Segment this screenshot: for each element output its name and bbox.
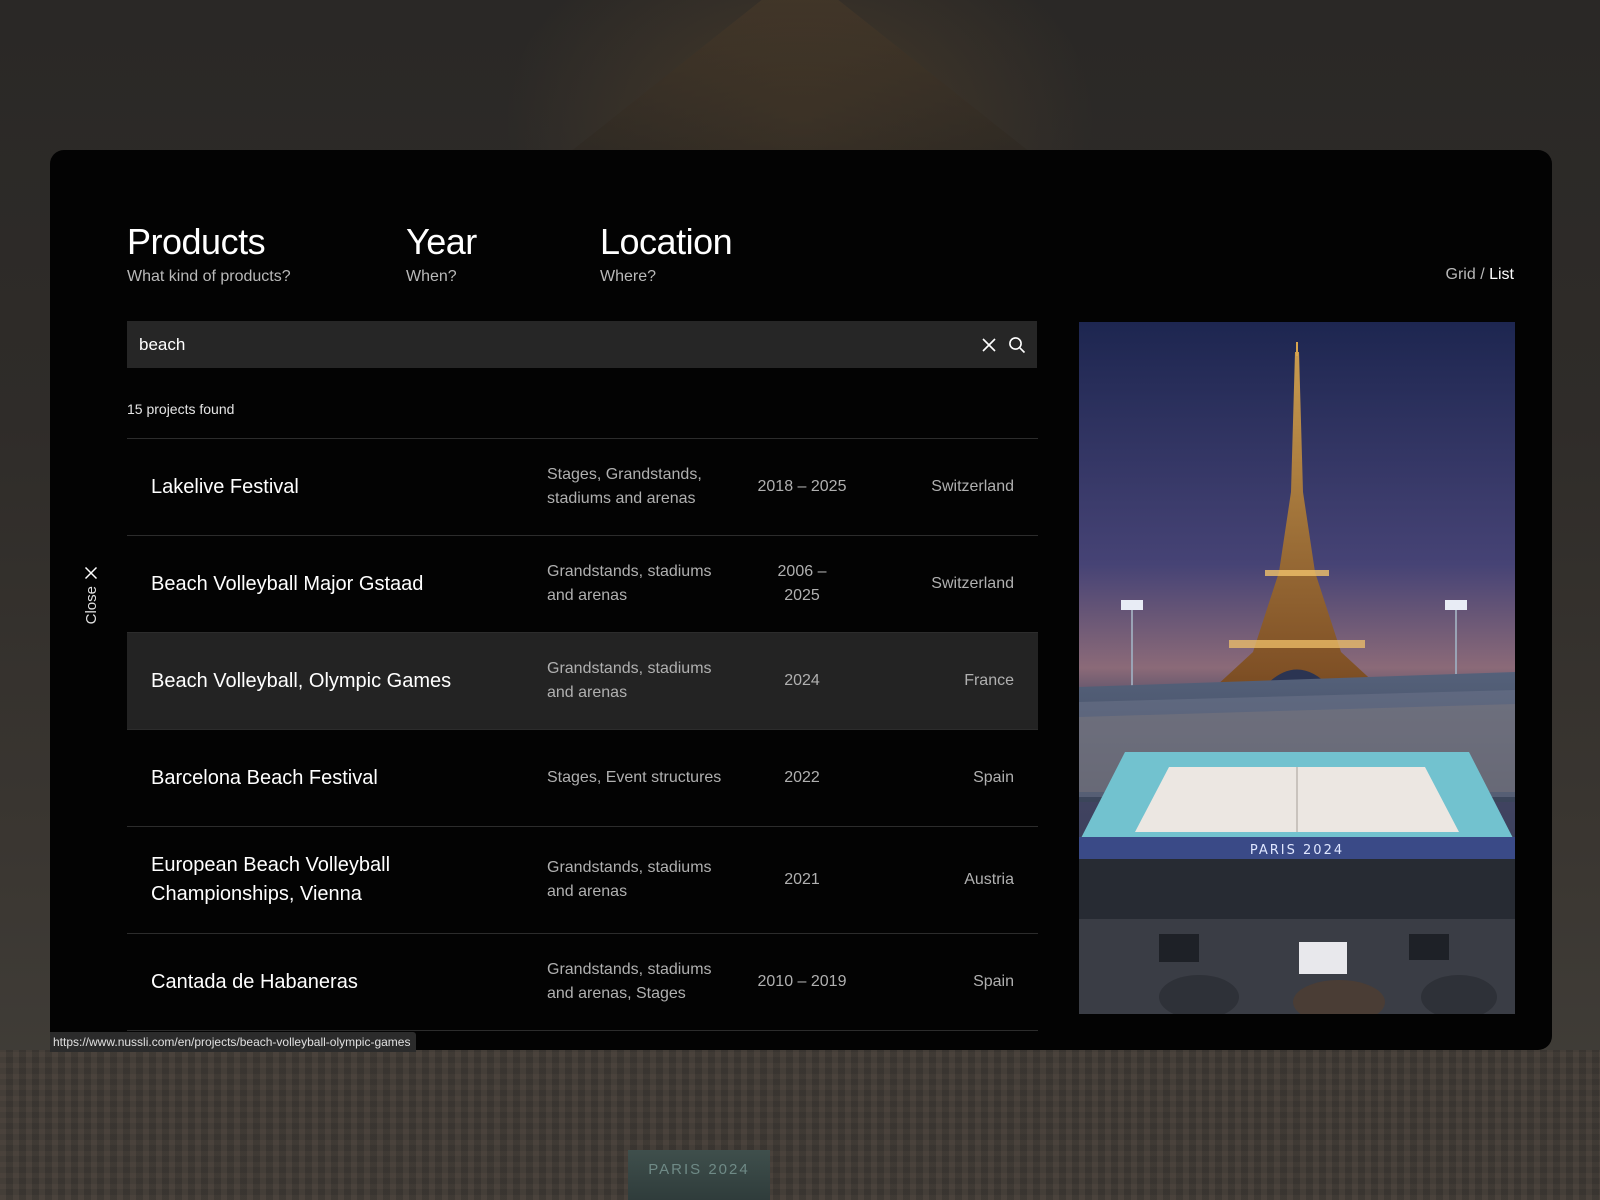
close-x-icon <box>84 566 98 580</box>
project-title[interactable]: Beach Volleyball Major Gstaad <box>151 570 521 599</box>
background-crowd <box>0 1050 1600 1200</box>
project-preview-image: PARIS 2024 <box>1079 322 1515 1014</box>
view-list-link[interactable]: List <box>1489 266 1514 283</box>
close-button[interactable]: Close <box>80 566 102 686</box>
close-label[interactable]: Close <box>83 586 100 624</box>
table-row-hovered[interactable]: Beach Volleyball, Olympic Games Grandsta… <box>127 633 1038 730</box>
project-year: 2006 – 2025 <box>777 563 827 604</box>
project-location: Switzerland <box>931 478 1014 495</box>
filter-year-subtitle: When? <box>406 268 457 285</box>
filter-modal: Products What kind of products? Year Whe… <box>50 150 1552 1050</box>
close-x-icon <box>982 337 996 352</box>
filter-location[interactable]: Location Where? <box>600 222 733 286</box>
project-year: 2022 <box>784 769 820 786</box>
filter-products-subtitle: What kind of products? <box>127 268 291 285</box>
project-year: 2024 <box>784 672 820 689</box>
table-row[interactable]: Beach Volleyball Major Gstaad Grandstand… <box>127 536 1038 633</box>
status-bar-url: https://www.nussli.com/en/projects/beach… <box>50 1032 417 1052</box>
project-products: Grandstands, stadiums and arenas <box>547 859 712 900</box>
search-bar <box>127 320 1037 369</box>
filter-products-title[interactable]: Products <box>127 222 291 262</box>
project-title[interactable]: Barcelona Beach Festival <box>151 764 521 793</box>
project-products: Stages, Grandstands, stadiums and arenas <box>547 466 702 507</box>
project-location: Spain <box>973 769 1014 786</box>
view-grid-link[interactable]: Grid <box>1446 266 1476 283</box>
project-products: Stages, Event structures <box>547 769 722 786</box>
eiffel-tower-stadium-illustration: PARIS 2024 <box>1079 322 1515 1014</box>
filter-location-title[interactable]: Location <box>600 222 733 262</box>
project-title[interactable]: Cantada de Habaneras <box>151 968 521 997</box>
table-row[interactable]: Lakelive Festival Stages, Grandstands, s… <box>127 439 1038 536</box>
clear-search-button[interactable] <box>975 321 1003 368</box>
magnifier-icon <box>1009 336 1026 353</box>
project-location: Austria <box>964 871 1014 888</box>
project-year: 2021 <box>784 871 820 888</box>
filter-year[interactable]: Year When? <box>406 222 477 286</box>
search-submit-button[interactable] <box>1003 321 1031 368</box>
results-count: 15 projects found <box>127 401 235 417</box>
view-toggle: Grid / List <box>1446 266 1514 284</box>
filter-products[interactable]: Products What kind of products? <box>127 222 291 286</box>
project-title[interactable]: Beach Volleyball, Olympic Games <box>151 667 521 696</box>
project-title[interactable]: Lakelive Festival <box>151 473 521 502</box>
background-banner: PARIS 2024 <box>628 1150 770 1200</box>
results-list: Lakelive Festival Stages, Grandstands, s… <box>127 438 1038 1031</box>
background-tower <box>560 0 1040 160</box>
project-location: France <box>964 672 1014 689</box>
project-products: Grandstands, stadiums and arenas <box>547 563 712 604</box>
table-row[interactable]: Cantada de Habaneras Grandstands, stadiu… <box>127 934 1038 1031</box>
project-year: 2010 – 2019 <box>757 973 847 990</box>
view-toggle-separator: / <box>1475 266 1490 283</box>
project-products: Grandstands, stadiums and arenas <box>547 660 712 701</box>
filter-year-title[interactable]: Year <box>406 222 477 262</box>
table-row[interactable]: Barcelona Beach Festival Stages, Event s… <box>127 730 1038 827</box>
filter-location-subtitle: Where? <box>600 268 657 285</box>
project-location: Spain <box>973 973 1014 990</box>
table-row[interactable]: European Beach Volleyball Championships,… <box>127 827 1038 934</box>
search-input[interactable] <box>127 320 975 369</box>
project-title[interactable]: European Beach Volleyball Championships,… <box>151 851 521 909</box>
project-products: Grandstands, stadiums and arenas, Stages <box>547 961 712 1002</box>
preview-banner: PARIS 2024 <box>1250 843 1344 858</box>
project-location: Switzerland <box>931 575 1014 592</box>
project-year: 2018 – 2025 <box>757 478 847 495</box>
